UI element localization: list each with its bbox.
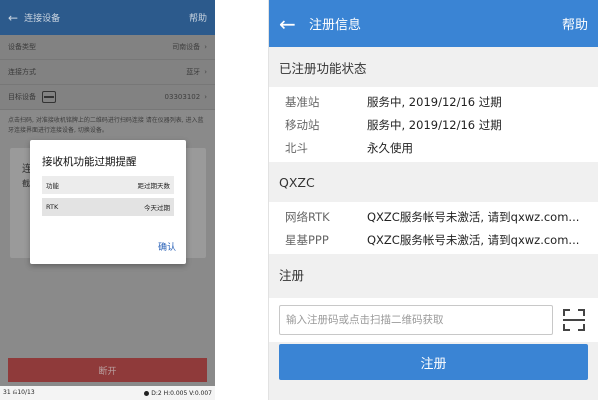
back-arrow-icon[interactable]: ← (279, 14, 309, 34)
right-app-bar: ← 注册信息 帮助 (269, 0, 598, 47)
list-item: 基准站 服务中, 2019/12/16 过期 (269, 90, 598, 113)
list-item[interactable]: 网络RTK QXZC服务帐号未激活, 请到qxwz.com... (269, 205, 598, 228)
dialog-title: 接收机功能过期提醒 (42, 156, 137, 168)
qxzc-list: 网络RTK QXZC服务帐号未激活, 请到qxwz.com... 星基PPP Q… (269, 202, 598, 254)
register-button[interactable]: 注册 (279, 344, 588, 380)
item-value: 服务中, 2019/12/16 过期 (367, 94, 502, 109)
item-key: 网络RTK (285, 209, 330, 224)
status-bar: 31 ⎌10/13 D:2 H:0.005 V:0.007 (0, 386, 215, 400)
left-screen: ← 连接设备 帮助 设备类型 司南设备 › 连接方式 蓝牙 › 目标设备 033… (0, 0, 215, 400)
scan-qr-icon[interactable] (563, 309, 585, 331)
device-type-row[interactable]: 设备类型 司南设备 › (0, 35, 215, 60)
registered-status-list: 基准站 服务中, 2019/12/16 过期 移动站 服务中, 2019/12/… (269, 87, 598, 162)
connection-method-value: 蓝牙 (186, 68, 201, 76)
left-help-button[interactable]: 帮助 (189, 11, 207, 24)
left-app-bar: ← 连接设备 帮助 (0, 0, 215, 35)
registered-status-heading: 已注册功能状态 (269, 47, 598, 87)
item-value: 永久使用 (367, 140, 413, 155)
left-app-title: 连接设备 (24, 14, 61, 24)
scan-qr-icon[interactable] (42, 91, 56, 103)
register-code-input[interactable] (279, 305, 553, 335)
chevron-right-icon: › (204, 93, 207, 101)
right-screen: ← 注册信息 帮助 已注册功能状态 基准站 服务中, 2019/12/16 过期… (268, 0, 598, 400)
list-item: 移动站 服务中, 2019/12/16 过期 (269, 113, 598, 136)
dialog-confirm-button[interactable]: 确认 (158, 240, 176, 253)
background-card-line2: 截 (22, 179, 30, 188)
row-days-left: 今天过期 (144, 204, 170, 212)
target-device-row[interactable]: 目标设备 03303102 › (0, 85, 215, 110)
register-heading: 注册 (269, 254, 598, 294)
target-device-label: 目标设备 (8, 93, 36, 101)
connection-method-row[interactable]: 连接方式 蓝牙 › (0, 60, 215, 85)
item-key: 星基PPP (285, 232, 329, 247)
disconnect-button[interactable]: 断开 (8, 358, 207, 382)
expiry-table-header: 功能 距过期天数 (42, 176, 174, 194)
expiry-reminder-dialog: 接收机功能过期提醒 功能 距过期天数 RTK 今天过期 确认 (30, 140, 186, 264)
qxzc-heading: QXZC (269, 162, 598, 202)
item-value: QXZC服务帐号未激活, 请到qxwz.com... (367, 209, 580, 224)
item-key: 基准站 (285, 94, 320, 109)
target-device-value: 03303102 (164, 93, 201, 101)
page-title: 注册信息 (309, 18, 362, 33)
satellite-count: 31 ⎌10/13 (3, 389, 35, 396)
list-item[interactable]: 星基PPP QXZC服务帐号未激活, 请到qxwz.com... (269, 228, 598, 251)
item-value: 服务中, 2019/12/16 过期 (367, 117, 502, 132)
connection-help-text: 点击扫码, 对准接收机铭牌上的二维码进行扫码连接 请在仪器列表, 进入蓝牙连接界… (8, 117, 204, 134)
chevron-right-icon: › (204, 68, 207, 76)
precision-readout: D:2 H:0.005 V:0.007 (151, 389, 212, 397)
register-input-row (269, 298, 598, 342)
device-settings-list: 设备类型 司南设备 › 连接方式 蓝牙 › 目标设备 03303102 › (0, 35, 215, 110)
list-item: 北斗 永久使用 (269, 136, 598, 159)
chevron-right-icon: › (204, 43, 207, 51)
expiry-table: 功能 距过期天数 RTK 今天过期 (42, 176, 174, 216)
device-type-value: 司南设备 (172, 43, 201, 51)
item-value: QXZC服务帐号未激活, 请到qxwz.com... (367, 232, 580, 247)
item-key: 北斗 (285, 140, 308, 155)
item-key: 移动站 (285, 117, 320, 132)
help-button[interactable]: 帮助 (562, 14, 588, 33)
header-function: 功能 (46, 182, 59, 190)
fix-status-icon (144, 390, 150, 396)
back-arrow-icon[interactable]: ← (8, 11, 18, 25)
row-function: RTK (46, 203, 59, 211)
connection-method-label: 连接方式 (8, 68, 36, 76)
header-days-left: 距过期天数 (137, 182, 171, 190)
table-row: RTK 今天过期 (42, 198, 174, 216)
device-type-label: 设备类型 (8, 43, 36, 51)
